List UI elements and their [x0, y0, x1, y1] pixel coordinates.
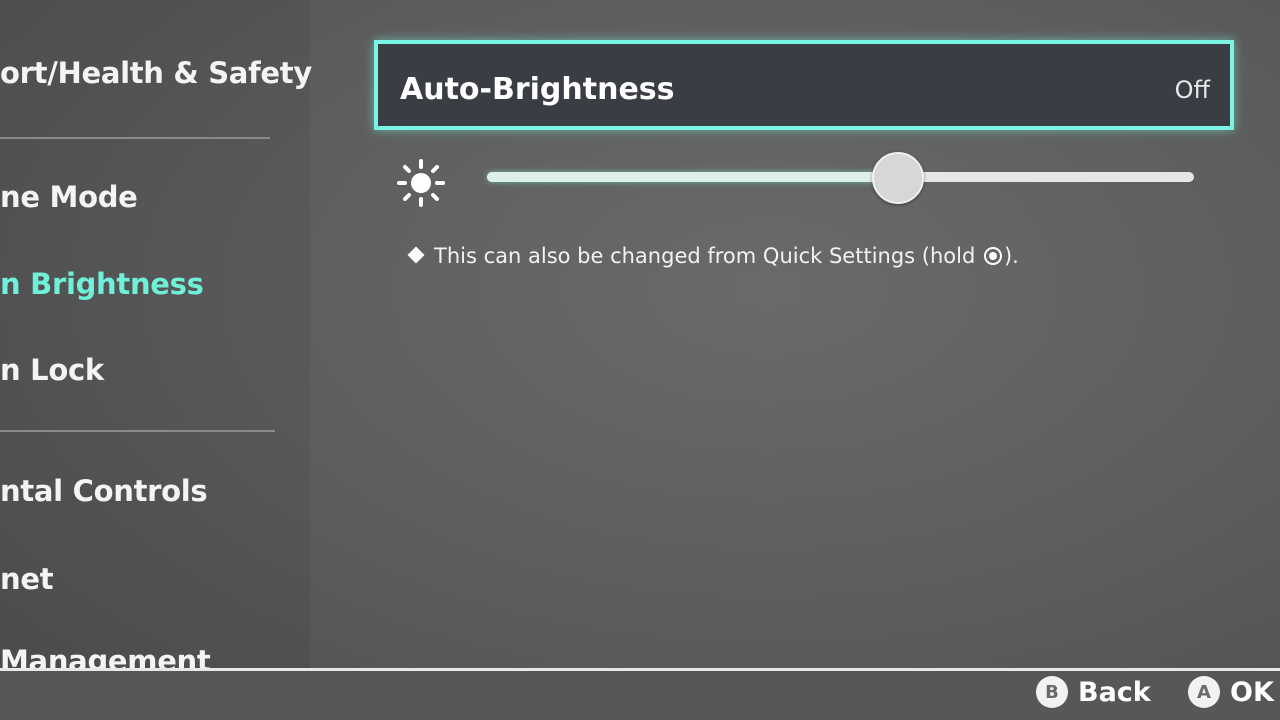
sun-icon [397, 159, 445, 207]
home-button-icon [983, 247, 1002, 265]
ok-label: OK [1230, 676, 1274, 708]
brightness-slider[interactable] [487, 152, 1194, 204]
quick-settings-note: This can also be changed from Quick Sett… [407, 244, 1019, 268]
settings-screen: ort/Health & Safety ne Mode n Brightness… [0, 0, 1280, 720]
sidebar-item-parental-controls[interactable]: ntal Controls [0, 474, 208, 508]
back-label: Back [1078, 676, 1151, 708]
sidebar-item-support-health-safety[interactable]: ort/Health & Safety [0, 56, 312, 90]
brightness-slider-fill [487, 172, 897, 182]
sidebar-item-screen-lock[interactable]: n Lock [0, 353, 104, 387]
sidebar-item-airplane-mode[interactable]: ne Mode [0, 180, 138, 214]
bullet-diamond-icon [407, 246, 425, 264]
b-button-icon: B [1036, 676, 1068, 708]
sidebar-item-internet[interactable]: net [0, 562, 54, 596]
sidebar-item-screen-brightness[interactable]: n Brightness [0, 267, 204, 301]
auto-brightness-row[interactable]: Auto-Brightness Off [374, 40, 1234, 130]
a-button-icon: A [1188, 676, 1220, 708]
auto-brightness-value: Off [1174, 76, 1210, 104]
footer-divider [0, 668, 1280, 671]
auto-brightness-label: Auto-Brightness [400, 72, 675, 107]
brightness-slider-thumb[interactable] [872, 152, 924, 204]
sidebar-divider [0, 137, 270, 139]
back-button[interactable]: B Back [1036, 676, 1151, 708]
sidebar-divider [0, 430, 275, 432]
note-text-after: ). [1003, 244, 1019, 268]
ok-button[interactable]: A OK [1188, 676, 1274, 708]
note-text-before: This can also be changed from Quick Sett… [434, 244, 982, 268]
settings-sidebar: ort/Health & Safety ne Mode n Brightness… [0, 0, 312, 680]
